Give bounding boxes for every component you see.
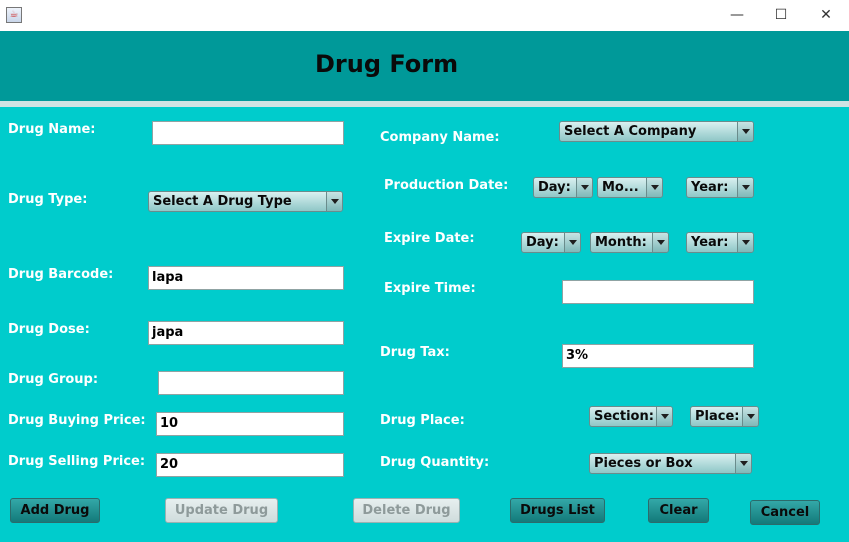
place-selected: Place:	[695, 409, 740, 424]
expire-month-selected: Month:	[595, 235, 647, 250]
expire-time-label: Expire Time:	[384, 281, 476, 296]
clear-button[interactable]: Clear	[648, 498, 709, 523]
quantity-unit-select[interactable]: Pieces or Box	[589, 453, 752, 474]
drug-type-select[interactable]: Select A Drug Type	[148, 191, 343, 212]
drug-name-label: Drug Name:	[8, 122, 96, 137]
production-date-label: Production Date:	[384, 178, 509, 193]
update-drug-button[interactable]: Update Drug	[165, 498, 278, 523]
drug-barcode-label: Drug Barcode:	[8, 267, 114, 282]
production-month-selected: Mo...	[602, 180, 639, 195]
drug-group-label: Drug Group:	[8, 372, 99, 387]
production-month-select[interactable]: Mo...	[597, 177, 663, 198]
java-app-icon: ☕	[6, 7, 22, 23]
chevron-down-icon	[646, 178, 662, 197]
minimize-button[interactable]: —	[714, 0, 760, 31]
selling-price-label: Drug Selling Price:	[8, 454, 146, 469]
company-select[interactable]: Select A Company	[559, 121, 754, 142]
expire-day-selected: Day:	[526, 235, 559, 250]
chevron-down-icon	[564, 233, 580, 252]
expire-month-select[interactable]: Month:	[590, 232, 669, 253]
chevron-down-icon	[656, 407, 672, 426]
expire-year-selected: Year:	[691, 235, 729, 250]
expire-time-input[interactable]	[562, 280, 754, 304]
drugs-list-button[interactable]: Drugs List	[510, 498, 605, 523]
company-selected: Select A Company	[564, 124, 697, 139]
production-year-selected: Year:	[691, 180, 729, 195]
add-drug-button[interactable]: Add Drug	[10, 498, 100, 523]
drug-barcode-input[interactable]: lapa	[148, 266, 344, 290]
header-divider	[0, 101, 849, 107]
section-select[interactable]: Section:	[589, 406, 673, 427]
drug-quantity-label: Drug Quantity:	[380, 455, 490, 470]
chevron-down-icon	[576, 178, 592, 197]
chevron-down-icon	[735, 454, 751, 473]
maximize-button[interactable]: ☐	[758, 0, 804, 31]
production-year-select[interactable]: Year:	[686, 177, 754, 198]
close-button[interactable]: ✕	[803, 0, 849, 31]
selling-price-input[interactable]: 20	[156, 453, 344, 477]
cancel-button[interactable]: Cancel	[750, 500, 820, 525]
chevron-down-icon	[737, 178, 753, 197]
drug-type-label: Drug Type:	[8, 192, 88, 207]
chevron-down-icon	[737, 233, 753, 252]
section-selected: Section:	[594, 409, 654, 424]
drug-dose-label: Drug Dose:	[8, 322, 90, 337]
production-day-select[interactable]: Day:	[533, 177, 593, 198]
drug-type-selected: Select A Drug Type	[153, 194, 292, 209]
quantity-unit-selected: Pieces or Box	[594, 456, 693, 471]
drug-tax-label: Drug Tax:	[380, 345, 450, 360]
drug-group-input[interactable]	[158, 371, 344, 395]
drug-dose-input[interactable]: japa	[148, 321, 344, 345]
buying-price-label: Drug Buying Price:	[8, 413, 146, 428]
expire-day-select[interactable]: Day:	[521, 232, 581, 253]
chevron-down-icon	[737, 122, 753, 141]
delete-drug-button[interactable]: Delete Drug	[353, 498, 460, 523]
company-name-label: Company Name:	[380, 130, 500, 145]
expire-year-select[interactable]: Year:	[686, 232, 754, 253]
drug-tax-input[interactable]: 3%	[562, 344, 754, 368]
page-title: Drug Form	[315, 50, 459, 78]
drug-place-label: Drug Place:	[380, 413, 465, 428]
drug-name-input[interactable]	[152, 121, 344, 145]
chevron-down-icon	[326, 192, 342, 211]
window-title-bar: ☕ — ☐ ✕	[0, 0, 849, 31]
chevron-down-icon	[742, 407, 758, 426]
expire-date-label: Expire Date:	[384, 231, 475, 246]
chevron-down-icon	[652, 233, 668, 252]
production-day-selected: Day:	[538, 180, 571, 195]
buying-price-input[interactable]: 10	[156, 412, 344, 436]
place-select[interactable]: Place:	[690, 406, 759, 427]
